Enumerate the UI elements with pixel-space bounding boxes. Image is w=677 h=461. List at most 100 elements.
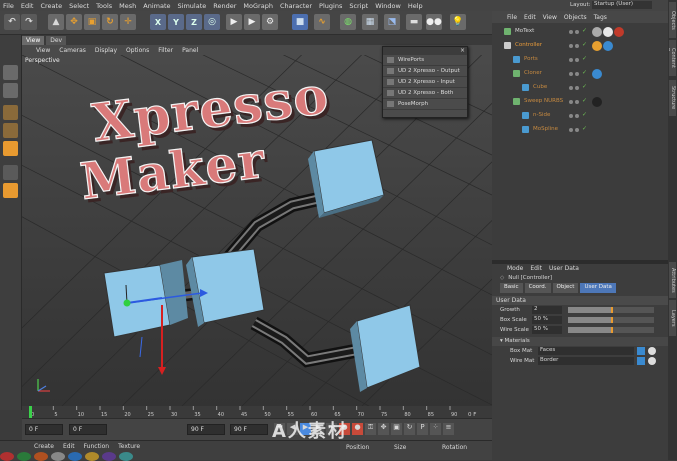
timeline-settings-icon[interactable]: ≡	[443, 423, 454, 435]
menu-character[interactable]: Character	[280, 2, 312, 10]
render-settings-icon[interactable]: ⚙	[262, 14, 278, 30]
tag-icon[interactable]	[603, 41, 613, 51]
enabled-check-icon[interactable]: ✓	[582, 27, 587, 34]
enabled-check-icon[interactable]: ✓	[582, 111, 587, 118]
field-value-input[interactable]: 50 %	[532, 316, 562, 324]
popup-item-ud-2-xpresso-both[interactable]: UD 2 Xpresso - Both	[383, 88, 467, 99]
make-editable-icon[interactable]	[3, 65, 18, 80]
enabled-check-icon[interactable]: ✓	[582, 97, 587, 104]
cube-object-icon[interactable]: ■	[292, 14, 308, 30]
menu-script[interactable]: Script	[349, 2, 368, 10]
object-row-n-side[interactable]: n-Side ✓	[492, 109, 668, 123]
tag-icon[interactable]	[592, 41, 602, 51]
side-tab-layers[interactable]: Layers	[669, 300, 676, 336]
menu-animate[interactable]: Animate	[143, 2, 170, 10]
move-tool-icon[interactable]: ✥	[66, 14, 82, 30]
camera-icon[interactable]: ●●	[426, 14, 442, 30]
side-tab-content-browser[interactable]: Content Browser	[669, 40, 676, 76]
enabled-check-icon[interactable]: ✓	[582, 55, 587, 62]
object-row-controller[interactable]: Controller ✓	[492, 39, 668, 53]
object-row-cloner[interactable]: Cloner ✓	[492, 67, 668, 81]
live-select-icon[interactable]: ✛	[120, 14, 136, 30]
field-value-input[interactable]: 50 %	[532, 326, 562, 334]
object-row-cube[interactable]: Cube ✓	[492, 81, 668, 95]
render-visibility-dot[interactable]	[575, 72, 579, 76]
field-value-input[interactable]: 2	[532, 306, 562, 314]
axis-mode-icon[interactable]	[3, 165, 18, 180]
keyframe-selection-icon[interactable]: ⚿	[365, 423, 376, 435]
material-menu-texture[interactable]: Texture	[118, 443, 140, 450]
object-row-sweep-nurbs[interactable]: Sweep NURBS ✓	[492, 95, 668, 109]
editor-visibility-dot[interactable]	[569, 72, 573, 76]
tweak-mode-icon[interactable]	[3, 183, 18, 198]
render-visibility-dot[interactable]	[575, 114, 579, 118]
visibility-dots[interactable]	[569, 100, 579, 104]
scale-key-icon[interactable]: ▣	[391, 423, 402, 435]
rotation-key-icon[interactable]: ↻	[404, 423, 415, 435]
render-view-icon[interactable]: ▶	[226, 14, 242, 30]
link-clear-icon[interactable]	[648, 357, 656, 365]
link-pick-icon[interactable]	[637, 357, 645, 365]
field-slider[interactable]	[568, 327, 654, 333]
editor-visibility-dot[interactable]	[569, 86, 573, 90]
material-menu-function[interactable]: Function	[84, 443, 110, 450]
menu-tools[interactable]: Tools	[96, 2, 112, 10]
side-tab-objects[interactable]: Objects	[669, 2, 676, 38]
object-row-motext[interactable]: MoText ✓	[492, 25, 668, 39]
render-visibility-dot[interactable]	[575, 128, 579, 132]
position-key-icon[interactable]: ✥	[378, 423, 389, 435]
popup-item-ud-2-xpresso-input[interactable]: UD 2 Xpresso - Input	[383, 77, 467, 88]
light-icon[interactable]: 💡	[450, 14, 466, 30]
visibility-dots[interactable]	[569, 86, 579, 90]
undo-icon[interactable]: ↶	[4, 14, 20, 30]
layout-select[interactable]: Startup (User)	[592, 1, 652, 9]
redo-icon[interactable]: ↷	[21, 14, 37, 30]
popup-item-wireports[interactable]: WirePorts	[383, 55, 467, 66]
viewport-menu-panel[interactable]: Panel	[182, 47, 198, 54]
popup-item-posemorph[interactable]: PoseMorph	[383, 99, 467, 110]
frame-end-field[interactable]: 90 F	[187, 424, 225, 435]
axis-x-button[interactable]: X	[150, 14, 166, 30]
object-menu-tags[interactable]: Tags	[594, 14, 607, 21]
render-visibility-dot[interactable]	[575, 86, 579, 90]
viewport-menu-cameras[interactable]: Cameras	[59, 47, 86, 54]
editor-visibility-dot[interactable]	[569, 100, 573, 104]
enabled-check-icon[interactable]: ✓	[582, 69, 587, 76]
edges-mode-icon[interactable]	[3, 123, 18, 138]
link-pick-icon[interactable]	[637, 347, 645, 355]
menu-create[interactable]: Create	[40, 2, 62, 10]
render-visibility-dot[interactable]	[575, 44, 579, 48]
frame-current-field[interactable]: 0 F	[69, 424, 107, 435]
object-menu-edit[interactable]: Edit	[524, 14, 536, 21]
visibility-dots[interactable]	[569, 128, 579, 132]
points-mode-icon[interactable]	[3, 105, 18, 120]
viewport-menu-view[interactable]: View	[36, 47, 50, 54]
menu-mesh[interactable]: Mesh	[119, 2, 136, 10]
menu-simulate[interactable]: Simulate	[178, 2, 207, 10]
close-icon[interactable]: ×	[460, 47, 465, 54]
attr-menu-mode[interactable]: Mode	[507, 265, 523, 272]
autokey-icon[interactable]: ●	[352, 423, 363, 435]
menu-plugins[interactable]: Plugins	[319, 2, 342, 10]
editor-visibility-dot[interactable]	[569, 58, 573, 62]
editor-visibility-dot[interactable]	[569, 44, 573, 48]
link-clear-icon[interactable]	[648, 347, 656, 355]
field-slider[interactable]	[568, 317, 654, 323]
menu-select[interactable]: Select	[69, 2, 89, 10]
tag-icon[interactable]	[592, 97, 602, 107]
object-menu-view[interactable]: View	[543, 14, 557, 21]
attr-tab-basic[interactable]: Basic	[500, 283, 523, 293]
side-tab-attributes[interactable]: Attributes	[669, 262, 676, 298]
editor-visibility-dot[interactable]	[569, 114, 573, 118]
pen-spline-icon[interactable]: ∿	[314, 14, 330, 30]
menu-render[interactable]: Render	[213, 2, 236, 10]
point-level-key-icon[interactable]: ⁘	[430, 423, 441, 435]
side-tab-structure[interactable]: Structure	[669, 80, 676, 116]
attr-tab-coord[interactable]: Coord.	[524, 283, 551, 293]
enabled-check-icon[interactable]: ✓	[582, 125, 587, 132]
timeline-ruler[interactable]: 0 5 10 15 20 25 30 35 40 45 50 55 60 65 70 75 80 85 90 0 F	[22, 406, 492, 418]
attr-menu-user-data[interactable]: User Data	[549, 265, 579, 272]
visibility-dots[interactable]	[569, 30, 579, 34]
tag-icon[interactable]	[592, 27, 602, 37]
material-menu-edit[interactable]: Edit	[63, 443, 75, 450]
